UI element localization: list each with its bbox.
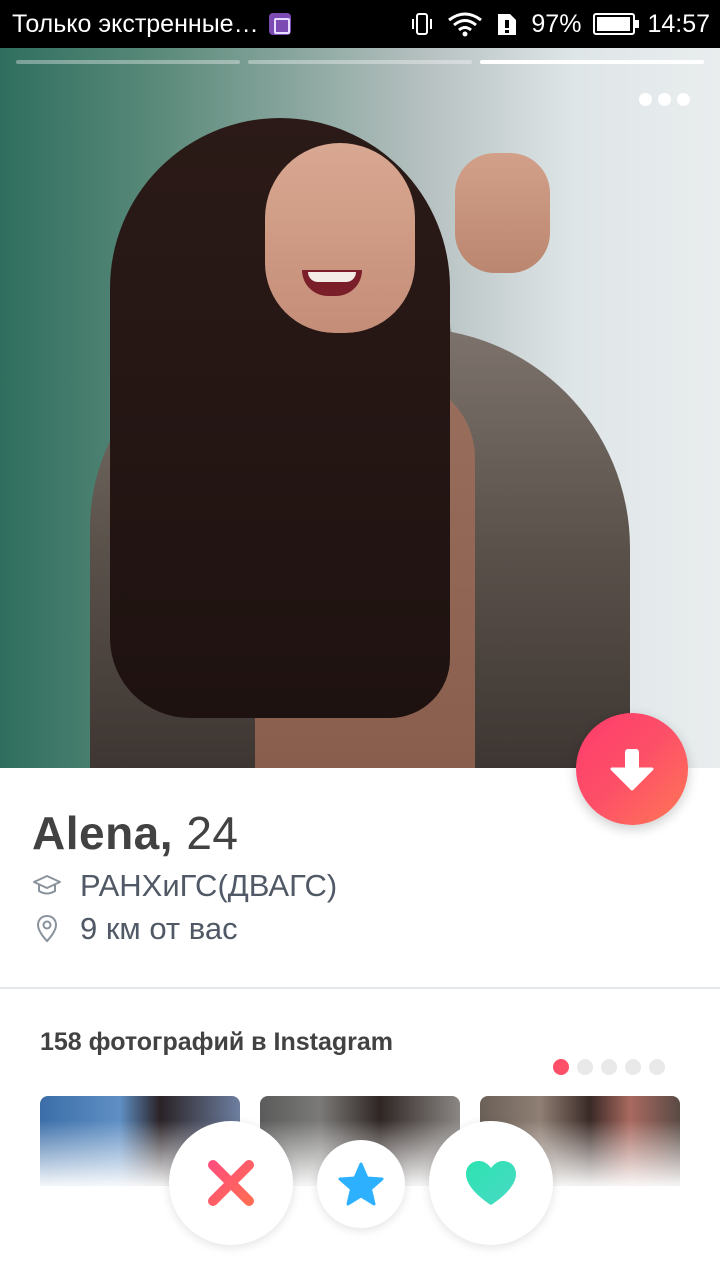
more-options-button[interactable] — [639, 93, 690, 106]
battery-level — [597, 17, 631, 31]
photo-progress-segment[interactable] — [16, 60, 240, 64]
nope-button[interactable] — [169, 1121, 293, 1245]
notification-area: Только экстренные… — [12, 10, 409, 39]
instagram-pagination[interactable] — [553, 1059, 665, 1075]
notification-text: Только экстренные… — [12, 9, 259, 38]
profile-name-age: Alena, 24 — [32, 806, 239, 860]
close-profile-button[interactable] — [576, 713, 688, 825]
profile-name: Alena, — [32, 807, 174, 859]
distance-text: 9 км от вас — [80, 911, 238, 946]
pagination-dot[interactable] — [625, 1059, 641, 1075]
photo-teeth — [308, 272, 356, 282]
star-icon — [338, 1162, 384, 1206]
school-name: РАНХиГС(ДВАГС) — [80, 868, 338, 903]
gallery-icon — [268, 13, 291, 35]
nope-icon — [208, 1160, 254, 1206]
profile-photo[interactable] — [0, 48, 720, 768]
distance-row: 9 км от вас — [32, 911, 238, 947]
graduation-cap-icon — [32, 871, 62, 901]
instagram-title: 158 фотографий в Instagram — [40, 1028, 393, 1056]
clock: 14:57 — [647, 9, 710, 38]
photo-progress-bar — [16, 60, 704, 64]
photo-hand — [455, 153, 550, 273]
vibrate-icon — [412, 13, 433, 35]
status-icons: 97% 14:57 — [409, 10, 710, 39]
pagination-dot[interactable] — [577, 1059, 593, 1075]
battery-icon — [593, 13, 640, 35]
more-dot-icon — [639, 93, 652, 106]
heart-icon — [466, 1161, 516, 1205]
section-divider — [0, 987, 720, 989]
status-bar: Только экстренные… 97% 14:57 — [0, 0, 720, 48]
sim-icon — [498, 14, 517, 35]
super-like-button[interactable] — [317, 1140, 405, 1228]
like-button[interactable] — [429, 1121, 553, 1245]
more-dot-icon — [658, 93, 671, 106]
arrow-down-icon — [610, 749, 654, 791]
photo-progress-segment[interactable] — [248, 60, 472, 64]
battery-percent: 97% — [531, 9, 582, 38]
more-dot-icon — [677, 93, 690, 106]
pagination-dot[interactable] — [553, 1059, 569, 1075]
profile-age: 24 — [186, 807, 239, 859]
photo-progress-segment[interactable] — [480, 60, 704, 64]
photo-face — [265, 143, 415, 333]
location-pin-icon — [32, 914, 62, 944]
school-row: РАНХиГС(ДВАГС) — [32, 868, 337, 904]
pagination-dot[interactable] — [601, 1059, 617, 1075]
wifi-icon — [448, 12, 483, 37]
pagination-dot[interactable] — [649, 1059, 665, 1075]
